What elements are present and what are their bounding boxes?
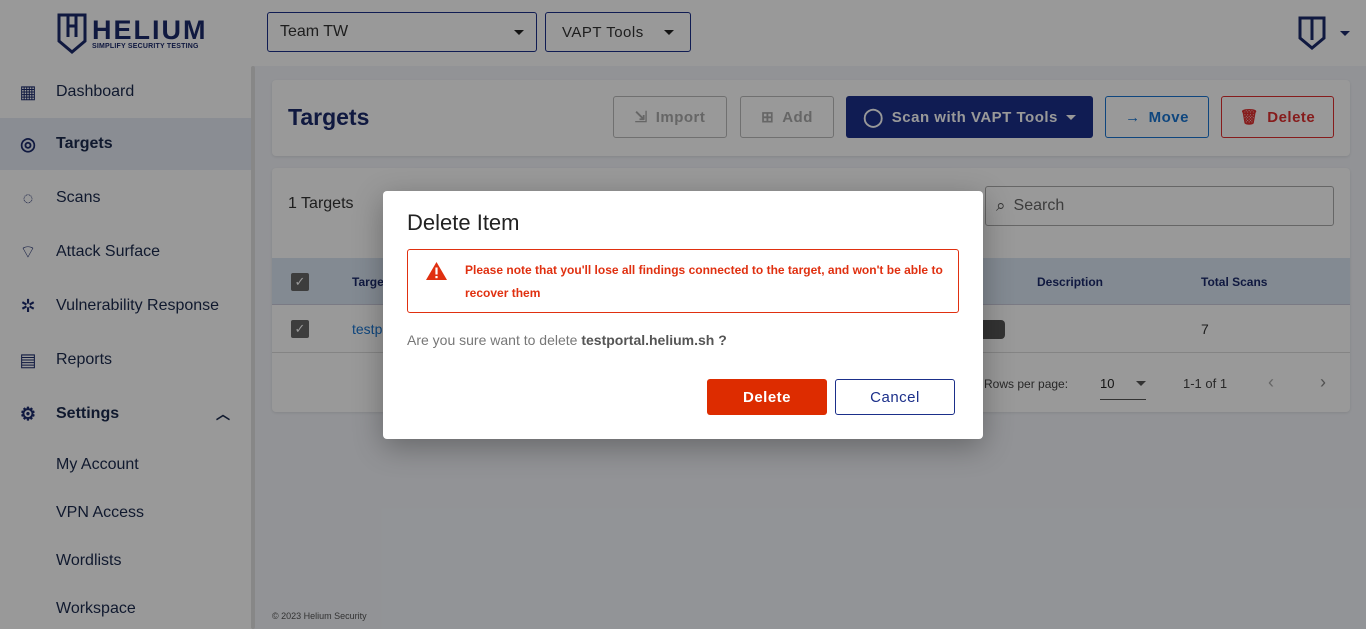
cancel-label: Cancel <box>870 388 920 406</box>
warning-text: Please note that you'll lose all finding… <box>465 263 943 300</box>
warning-alert: Please note that you'll lose all finding… <box>407 249 959 313</box>
warning-icon <box>426 262 447 280</box>
confirm-question: Are you sure want to delete testportal.h… <box>407 332 727 348</box>
confirm-label: Delete <box>742 388 792 406</box>
dialog-title: Delete Item <box>407 210 520 235</box>
item-name: testportal.helium.sh ? <box>581 332 727 348</box>
question-text: Are you sure want to delete <box>407 332 578 348</box>
delete-item-dialog: Delete Item Please note that you'll lose… <box>383 191 983 439</box>
confirm-delete-button[interactable]: Delete <box>707 379 827 415</box>
cancel-button[interactable]: Cancel <box>835 379 955 415</box>
